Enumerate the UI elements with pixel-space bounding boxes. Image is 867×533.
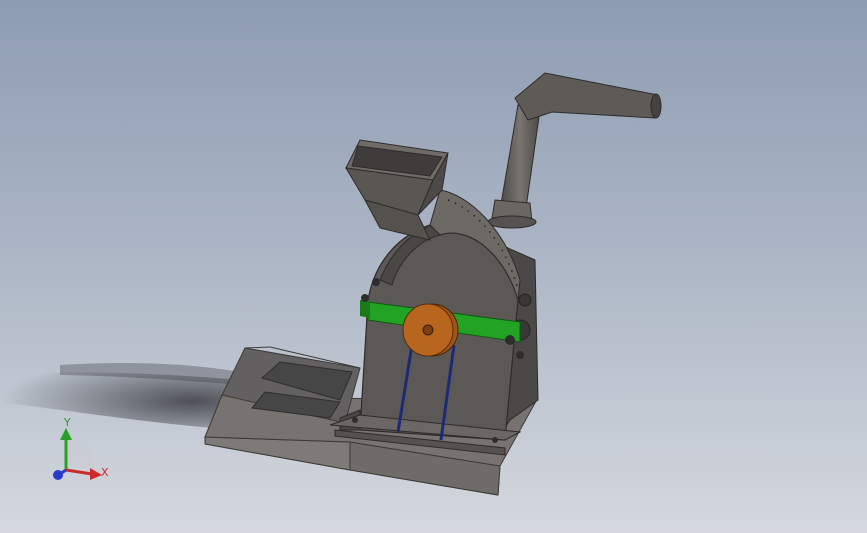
triad-plane: [66, 438, 95, 468]
discharge-pipe: [487, 72, 662, 229]
y-axis-label: Y: [64, 416, 71, 429]
hammer-mill-3d-model[interactable]: [0, 0, 867, 533]
x-axis-arrow: [65, 468, 93, 476]
z-axis-head: [53, 470, 63, 480]
cad-3d-viewport[interactable]: X Y: [0, 0, 867, 533]
x-axis-label: X: [101, 466, 109, 479]
drive-pulley: [402, 303, 459, 357]
y-axis-arrowhead: [60, 428, 72, 440]
ground-shadow: [0, 362, 240, 430]
